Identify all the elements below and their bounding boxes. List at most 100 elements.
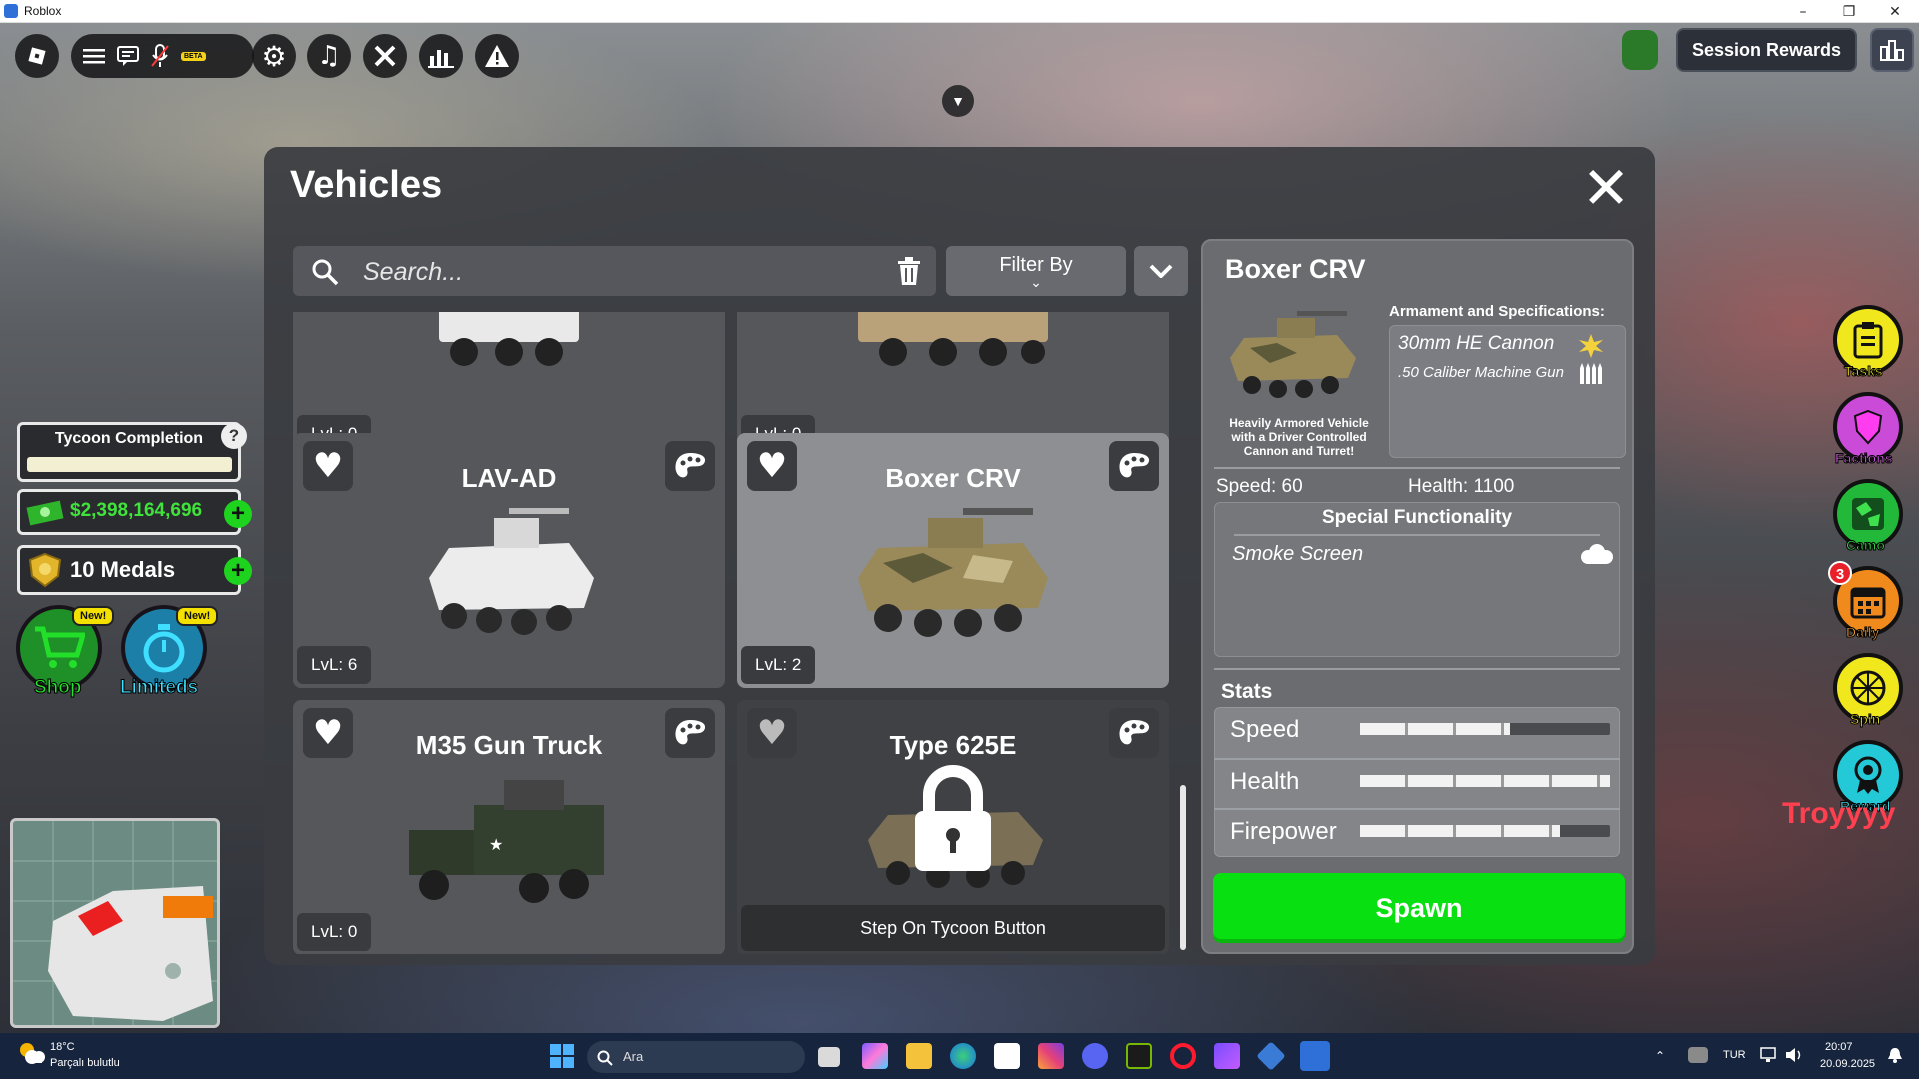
svg-text:★: ★ <box>489 835 503 854</box>
leaderboard-button[interactable] <box>1870 28 1914 72</box>
stat-label-health: Health <box>1230 768 1300 795</box>
discord-icon[interactable] <box>1082 1043 1108 1069</box>
shopping-cart-icon <box>35 626 85 668</box>
add-medals-button[interactable]: + <box>224 557 252 585</box>
bar-chart-icon <box>428 50 454 68</box>
edge-browser-icon[interactable] <box>950 1043 976 1069</box>
report-button[interactable] <box>475 34 519 78</box>
filter-dropdown-button[interactable] <box>1134 246 1188 296</box>
special-item: Smoke Screen <box>1232 543 1364 565</box>
copilot-icon[interactable] <box>862 1043 888 1069</box>
chevron-up-icon[interactable]: ⌃ <box>1655 1049 1665 1063</box>
vehicle-name: Type 625E <box>889 730 1017 760</box>
wrench-screwdriver-icon <box>374 45 396 67</box>
grid-scrollbar[interactable] <box>1180 785 1186 950</box>
volume-icon[interactable] <box>1784 1047 1804 1063</box>
weather-partly-cloudy-icon <box>20 1043 45 1064</box>
divider <box>1214 467 1620 469</box>
stats-heading: Stats <box>1221 680 1273 703</box>
file-explorer-icon[interactable] <box>906 1043 932 1069</box>
divider <box>1214 808 1620 810</box>
spawn-button[interactable]: Spawn <box>1213 873 1625 943</box>
session-rewards-button[interactable]: Session Rewards <box>1676 28 1857 72</box>
windows-start-icon[interactable] <box>550 1044 574 1068</box>
armament-heading: Armament and Specifications: <box>1389 303 1605 320</box>
close-window-button[interactable]: ✕ <box>1872 0 1918 23</box>
taskbar-search[interactable]: Ara <box>587 1041 805 1073</box>
vehicle-card-type-625e[interactable]: ♥ Type 625E Step On Tycoon Button <box>737 700 1169 954</box>
medal-shield-icon <box>28 552 62 588</box>
award-ribbon-icon <box>1854 756 1882 794</box>
collapse-toggle-button[interactable]: ▼ <box>942 85 974 117</box>
roblox-taskbar-icon[interactable] <box>1300 1041 1330 1071</box>
smoke-cloud-icon <box>1581 544 1613 564</box>
clipboard-icon <box>1853 322 1883 359</box>
vehicle-name: Boxer CRV <box>885 463 1021 493</box>
search-input[interactable]: Search... <box>293 246 936 296</box>
spin-label: Spin <box>1849 711 1881 728</box>
instagram-icon[interactable] <box>1038 1043 1064 1069</box>
search-icon <box>597 1050 613 1066</box>
help-button[interactable]: ? <box>221 423 247 449</box>
spin-wheel-icon <box>1850 670 1886 706</box>
roblox-app-icon <box>4 4 18 18</box>
new-badge: New! <box>176 606 219 626</box>
opera-gx-icon[interactable] <box>1170 1043 1196 1069</box>
maximize-button[interactable]: ❐ <box>1826 0 1872 23</box>
weather-temperature: 18°C <box>50 1041 75 1053</box>
settings-button[interactable]: ⚙ <box>252 34 296 78</box>
music-button[interactable]: ♫ <box>307 34 351 78</box>
vehicle-card-m35-gun-truck[interactable]: ♥ M35 Gun Truck ★ LvL: 0 <box>293 700 725 954</box>
camo-pattern-icon <box>1852 498 1884 530</box>
details-title: Boxer CRV <box>1225 254 1366 284</box>
stat-bar-health <box>1360 775 1610 787</box>
chat-icon[interactable] <box>117 46 139 66</box>
daily-notification-badge: 3 <box>1828 561 1852 585</box>
stopwatch-icon <box>143 624 185 673</box>
minimap[interactable] <box>10 818 220 1028</box>
minimap-graphic <box>13 821 217 1025</box>
task-view-icon[interactable] <box>818 1047 840 1067</box>
armament-item: 30mm HE Cannon <box>1398 333 1555 354</box>
hamburger-menu-icon[interactable] <box>83 47 105 65</box>
input-language[interactable]: TUR <box>1723 1049 1746 1061</box>
weather-description: Parçalı bulutlu <box>50 1057 120 1069</box>
roblox-logo-icon <box>28 47 46 65</box>
roblox-menu-button[interactable] <box>15 34 59 78</box>
search-icon <box>312 259 339 286</box>
microphone-muted-icon[interactable] <box>151 44 169 68</box>
warning-icon <box>485 45 509 67</box>
beta-badge: BETA <box>181 51 206 61</box>
shield-icon <box>1853 409 1883 445</box>
camo-label: Camo <box>1846 537 1886 554</box>
vehicle-truck-image <box>858 312 1048 366</box>
armament-item: .50 Caliber Machine Gun <box>1398 364 1564 381</box>
vehicle-lav-ad-image <box>429 508 594 635</box>
nvidia-icon[interactable] <box>1126 1043 1152 1069</box>
close-icon: ✕ <box>1581 154 1631 222</box>
microsoft-store-icon[interactable] <box>994 1043 1020 1069</box>
minimize-button[interactable]: – <box>1780 0 1826 23</box>
gear-icon: ⚙ <box>261 39 287 73</box>
window-titlebar: Roblox <box>0 0 1919 23</box>
notification-bell-icon[interactable] <box>1886 1046 1904 1064</box>
vehicle-card-boxer-crv[interactable]: ♥ Boxer CRV LvL: 2 <box>737 433 1169 688</box>
filter-by-button[interactable]: Filter By ⌄ <box>946 246 1126 296</box>
trash-icon[interactable] <box>896 256 922 286</box>
tycoon-completion-label: Tycoon Completion <box>54 430 204 447</box>
explosion-icon <box>1579 334 1603 358</box>
special-functionality-heading: Special Functionality <box>1321 507 1513 528</box>
vehicle-grid: LvL: 0 LvL: 0 ♥ LAV-AD LvL: 6 ♥ Boxer CR… <box>293 312 1173 954</box>
stats-button[interactable] <box>419 34 463 78</box>
app-icon[interactable] <box>1214 1043 1240 1069</box>
network-icon[interactable] <box>1760 1047 1780 1063</box>
player-avatar[interactable] <box>1622 30 1658 70</box>
tools-button[interactable] <box>363 34 407 78</box>
vehicle-card-lav-ad[interactable]: ♥ LAV-AD LvL: 6 <box>293 433 725 688</box>
tray-app-icon[interactable] <box>1688 1047 1708 1063</box>
add-money-button[interactable]: + <box>224 500 252 528</box>
close-modal-button[interactable]: ✕ <box>1578 159 1634 217</box>
leaderboard-icon <box>1880 40 1904 61</box>
chevron-down-small-icon: ⌄ <box>1030 274 1042 290</box>
stat-bar-firepower <box>1360 825 1610 837</box>
